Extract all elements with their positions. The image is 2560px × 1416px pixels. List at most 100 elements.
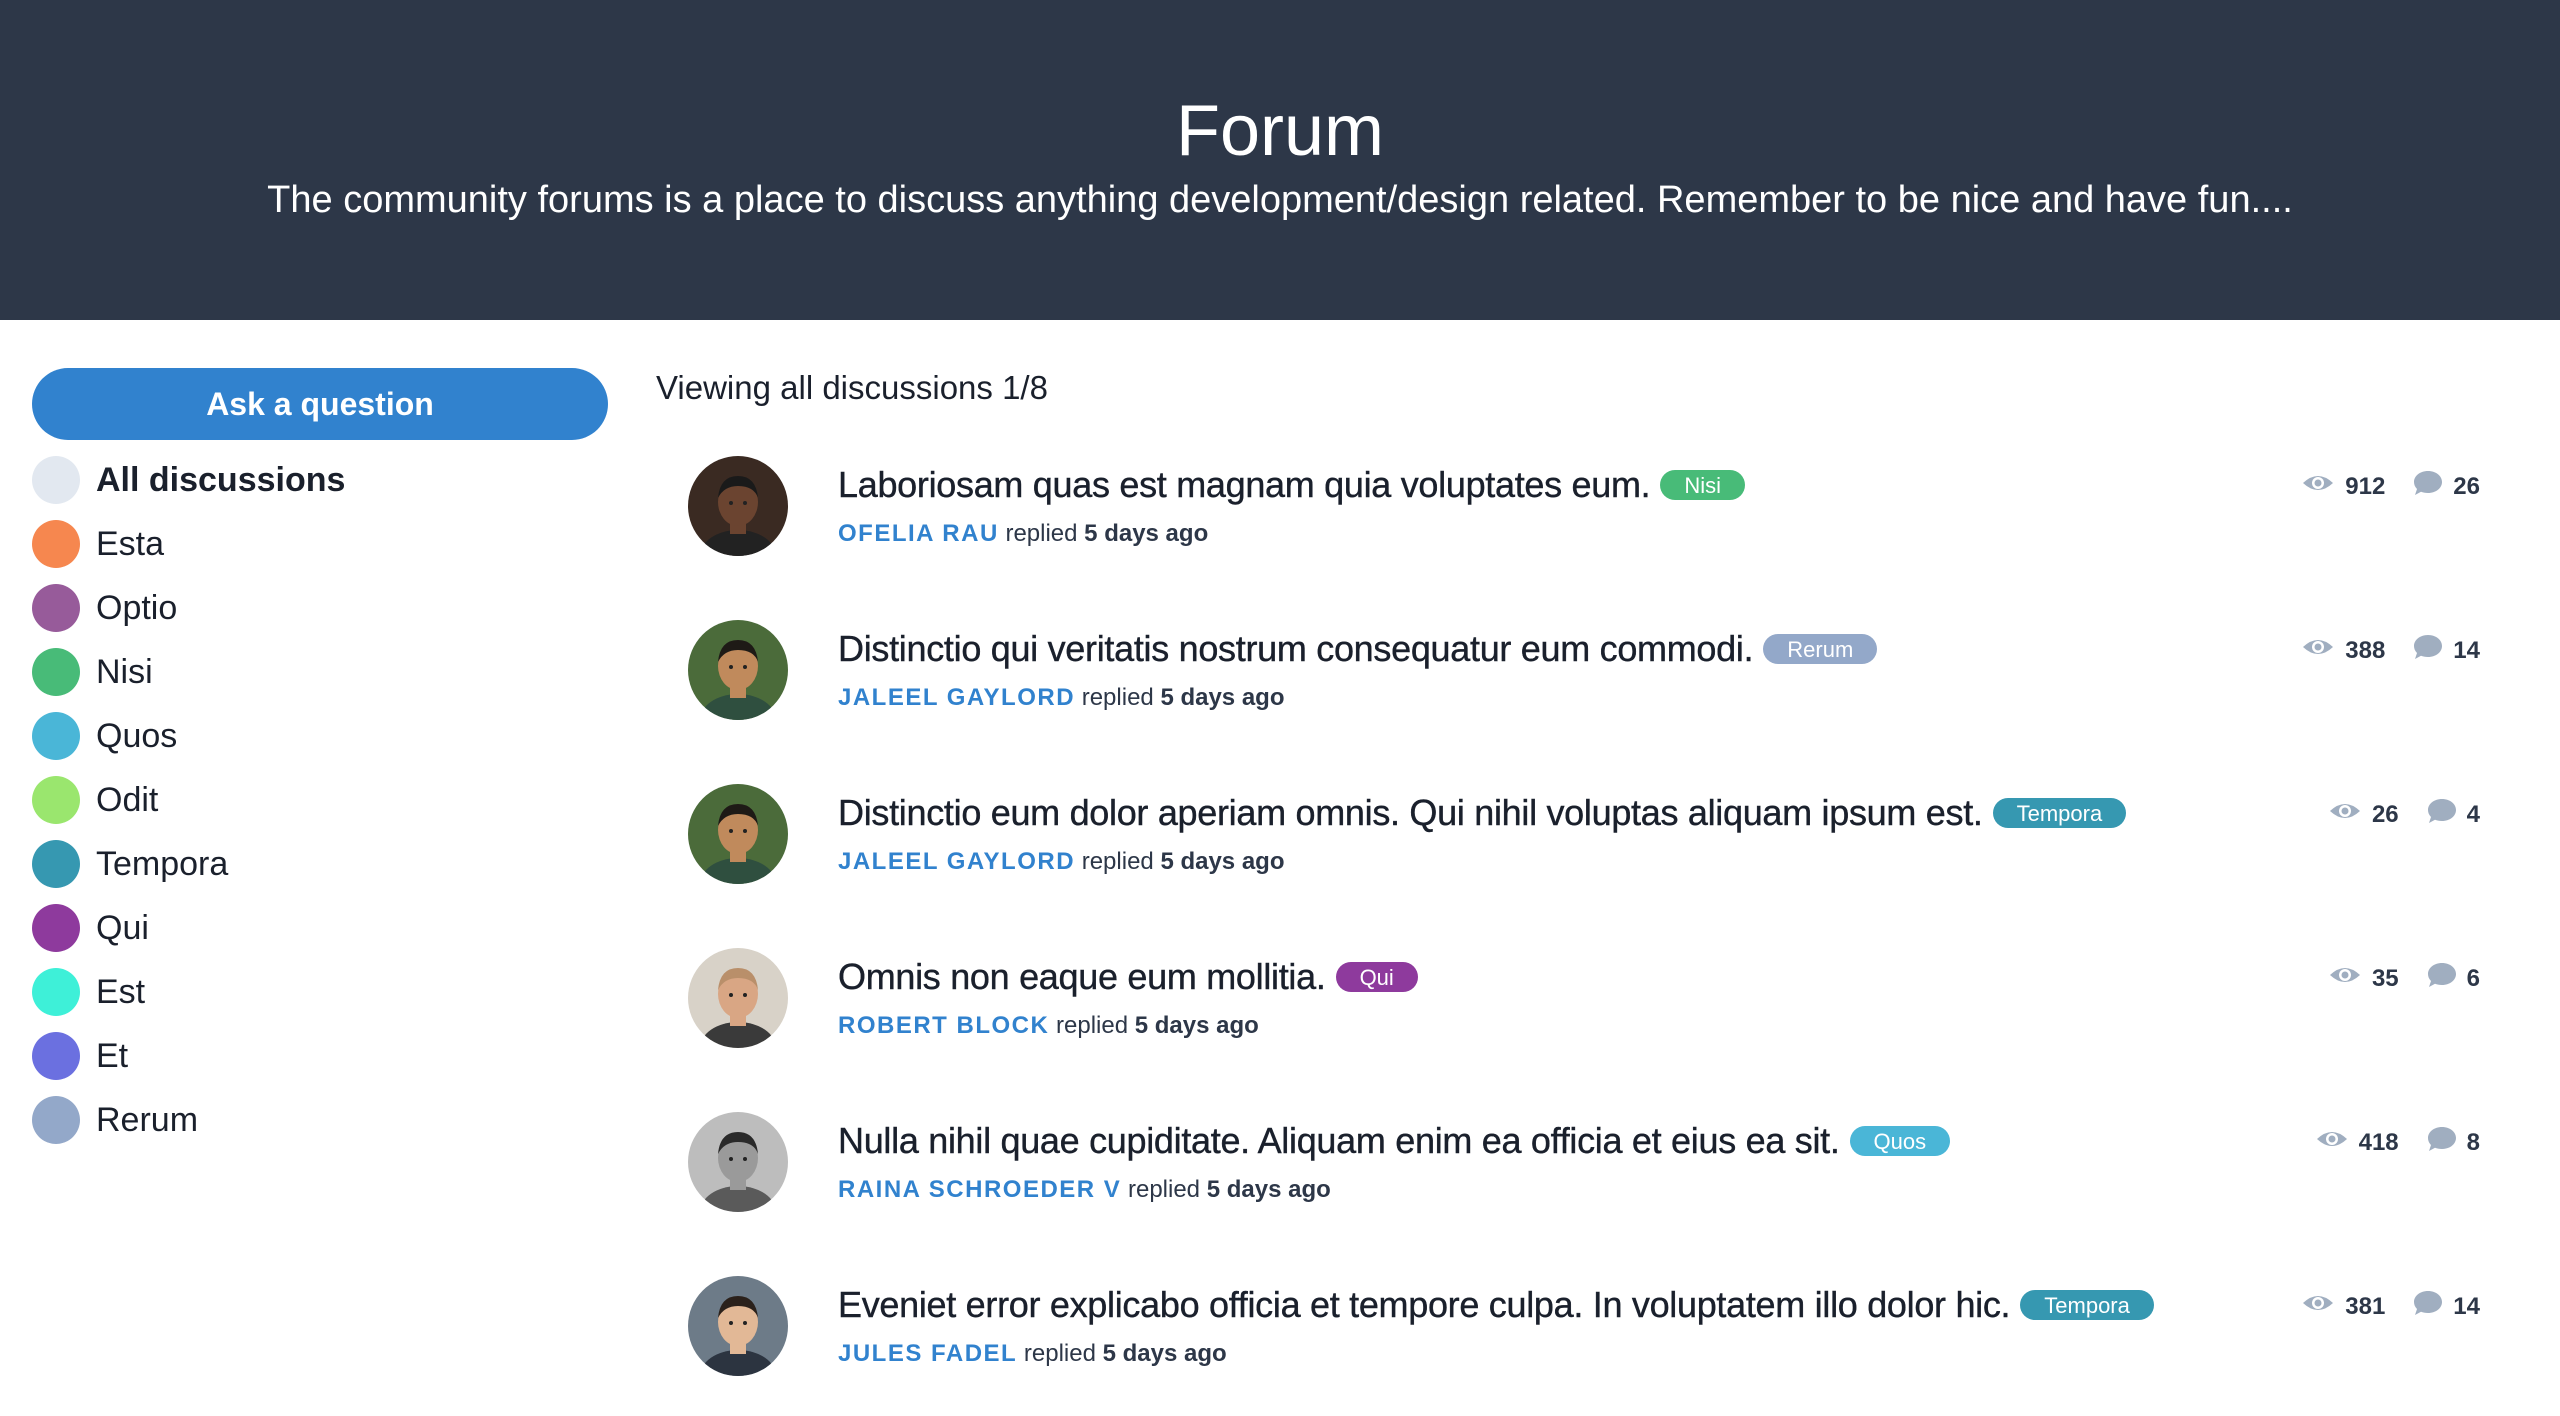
replied-text: replied — [1127, 1176, 1201, 1203]
category-label: Odit — [96, 780, 159, 819]
reply-time: 5 days ago — [1102, 1340, 1227, 1367]
category-label: All discussions — [96, 460, 346, 499]
author-link[interactable]: JALEEL GAYLORD — [838, 684, 1075, 711]
category-tag[interactable]: Tempora — [1992, 798, 2127, 828]
discussion-item[interactable]: Omnis non eaque eum mollitia. Qui ROBERT B… — [688, 948, 2480, 1088]
author-link[interactable]: RAINA SCHROEDER V — [838, 1176, 1121, 1203]
category-color-dot — [32, 840, 80, 888]
comment-bubble-icon — [2413, 1290, 2453, 1323]
discussion-item[interactable]: Eveniet error explicabo officia et tempo… — [688, 1276, 2480, 1416]
reply-time: 5 days ago — [1206, 1176, 1331, 1203]
reply-meta: ROBERT BLOCK replied 5 days ago — [838, 1012, 2238, 1040]
page-subtitle: The community forums is a place to discu… — [267, 179, 2293, 221]
comments-value: 8 — [2466, 1128, 2480, 1156]
views-value: 912 — [2345, 472, 2386, 500]
category-tag[interactable]: Quos — [1849, 1126, 1951, 1156]
discussion-title[interactable]: Omnis non eaque eum mollitia. — [838, 956, 1326, 998]
category-tag[interactable]: Tempora — [2020, 1290, 2154, 1320]
discussion-title[interactable]: Nulla nihil quae cupiditate. Aliquam eni… — [838, 1120, 1840, 1162]
discussion-stats: 26 4 — [2328, 798, 2480, 831]
category-item-odit[interactable]: Odit — [32, 768, 608, 832]
comments-value: 26 — [2453, 472, 2480, 500]
replied-text: replied — [1056, 1012, 1129, 1039]
category-label: Esta — [96, 524, 165, 563]
eye-icon — [2301, 635, 2345, 666]
category-color-dot — [32, 1096, 80, 1144]
views-value: 388 — [2345, 636, 2386, 664]
comments-count: 14 — [2413, 1290, 2480, 1323]
eye-icon — [2328, 963, 2372, 994]
avatar[interactable] — [688, 1112, 788, 1212]
reply-time: 5 days ago — [1160, 848, 1285, 875]
category-item-est[interactable]: Est — [32, 960, 608, 1024]
discussion-stats: 388 14 — [2301, 634, 2480, 667]
reply-meta: JALEEL GAYLORD replied 5 days ago — [838, 684, 2238, 712]
views-count: 912 — [2301, 471, 2385, 502]
author-link[interactable]: ROBERT BLOCK — [838, 1012, 1049, 1039]
comments-value: 14 — [2453, 1292, 2480, 1320]
reply-meta: RAINA SCHROEDER V replied 5 days ago — [838, 1176, 2238, 1204]
forum-header: Forum The community forums is a place to… — [0, 0, 2560, 320]
discussion-item[interactable]: Laboriosam quas est magnam quia voluptat… — [688, 456, 2480, 596]
comments-count: 6 — [2427, 962, 2480, 995]
category-label: Tempora — [96, 844, 229, 883]
reply-meta: OFELIA RAU replied 5 days ago — [838, 520, 2238, 548]
replied-text: replied — [1023, 1340, 1096, 1367]
category-item-nisi[interactable]: Nisi — [32, 640, 608, 704]
category-item-qui[interactable]: Qui — [32, 896, 608, 960]
reply-time: 5 days ago — [1084, 520, 1209, 547]
comments-count: 14 — [2413, 634, 2480, 667]
avatar[interactable] — [688, 948, 788, 1048]
category-item-optio[interactable]: Optio — [32, 576, 608, 640]
discussion-item[interactable]: Distinctio qui veritatis nostrum consequ… — [688, 620, 2480, 760]
reply-meta: JULES FADEL replied 5 days ago — [838, 1340, 2238, 1368]
category-color-dot — [32, 584, 80, 632]
discussion-item[interactable]: Nulla nihil quae cupiditate. Aliquam eni… — [688, 1112, 2480, 1252]
discussion-title[interactable]: Eveniet error explicabo officia et tempo… — [838, 1284, 2011, 1326]
discussion-stats: 381 14 — [2301, 1290, 2480, 1323]
category-item-tempora[interactable]: Tempora — [32, 832, 608, 896]
eye-icon — [2315, 1127, 2359, 1158]
discussion-title[interactable]: Laboriosam quas est magnam quia voluptat… — [838, 464, 1651, 506]
views-value: 26 — [2371, 800, 2399, 828]
discussion-stats: 912 26 — [2301, 470, 2480, 503]
ask-question-button[interactable]: Ask a question — [32, 368, 608, 440]
author-link[interactable]: JULES FADEL — [838, 1340, 1017, 1367]
author-link[interactable]: JALEEL GAYLORD — [838, 848, 1075, 875]
category-label: Est — [96, 972, 146, 1011]
avatar[interactable] — [688, 1276, 788, 1376]
category-tag[interactable]: Rerum — [1763, 634, 1878, 664]
discussion-title[interactable]: Distinctio qui veritatis nostrum consequ… — [838, 628, 1754, 670]
category-item-all-discussions[interactable]: All discussions — [32, 448, 608, 512]
comment-bubble-icon — [2413, 634, 2453, 667]
category-item-quos[interactable]: Quos — [32, 704, 608, 768]
discussion-title[interactable]: Distinctio eum dolor aperiam omnis. Qui … — [838, 792, 1983, 834]
category-item-esta[interactable]: Esta — [32, 512, 608, 576]
category-item-rerum[interactable]: Rerum — [32, 1088, 608, 1152]
reply-meta: JALEEL GAYLORD replied 5 days ago — [838, 848, 2238, 876]
category-tag[interactable]: Qui — [1335, 962, 1418, 992]
discussion-item[interactable]: Distinctio eum dolor aperiam omnis. Qui … — [688, 784, 2480, 924]
views-count: 35 — [2328, 963, 2399, 994]
comments-value: 14 — [2453, 636, 2480, 664]
category-tag[interactable]: Nisi — [1660, 470, 1746, 500]
category-label: Qui — [96, 908, 149, 947]
avatar[interactable] — [688, 784, 788, 884]
avatar[interactable] — [688, 620, 788, 720]
category-color-dot — [32, 648, 80, 696]
discussion-stats: 35 6 — [2328, 962, 2480, 995]
views-count: 381 — [2301, 1291, 2385, 1322]
comment-bubble-icon — [2427, 798, 2467, 831]
eye-icon — [2328, 799, 2372, 830]
category-item-et[interactable]: Et — [32, 1024, 608, 1088]
author-link[interactable]: OFELIA RAU — [838, 520, 999, 547]
category-label: Rerum — [96, 1100, 199, 1139]
views-value: 381 — [2345, 1292, 2386, 1320]
discussion-stats: 418 8 — [2315, 1126, 2480, 1159]
category-color-dot — [32, 968, 80, 1016]
category-label: Nisi — [96, 652, 153, 691]
discussion-list: Viewing all discussions 1/8 — [656, 368, 2486, 408]
comments-count: 26 — [2413, 470, 2480, 503]
avatar[interactable] — [688, 456, 788, 556]
comment-bubble-icon — [2427, 1126, 2467, 1159]
